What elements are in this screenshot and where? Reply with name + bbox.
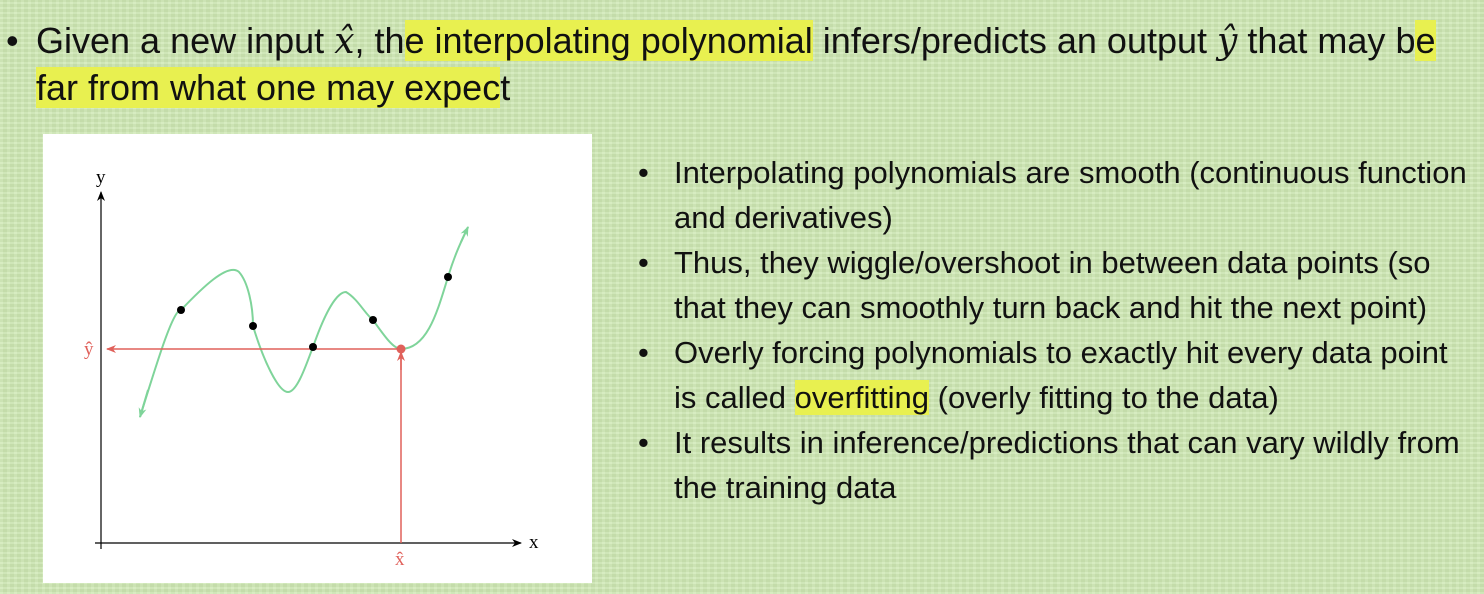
main-text-part-1: Given a new input: [36, 20, 335, 61]
explanation-item: • Overly forcing polynomials to exactly h…: [638, 330, 1468, 420]
explanation-item: • It results in inference/predictions tha…: [638, 420, 1468, 510]
data-point: [177, 306, 185, 314]
curve-arrow-right: [460, 226, 469, 243]
explanation-text-after: (overly fitting to the data): [929, 380, 1279, 415]
data-point: [309, 343, 317, 351]
explanation-text: It results in inference/predictions that…: [674, 425, 1460, 505]
interpolating-curve: [139, 226, 469, 418]
explanation-list: • Interpolating polynomials are smooth (c…: [638, 150, 1468, 510]
y-hat-label: ŷ: [84, 339, 94, 360]
data-point: [444, 273, 452, 281]
figure-svg: y x ŷ x̂: [84, 167, 539, 570]
predicted-point: [396, 344, 406, 354]
bullet-dot: •: [638, 425, 649, 460]
x-hat-label: x̂: [395, 549, 405, 570]
x-hat-symbol: x̂: [334, 21, 355, 62]
explanation-text: Interpolating polynomials are smooth (co…: [674, 155, 1467, 235]
highlight-overfitting: overfitting: [794, 380, 930, 415]
y-hat-symbol: ŷ: [1217, 21, 1238, 62]
bullet-dot: •: [638, 155, 649, 190]
main-bullet-text: Given a new input x̂, the interpolating …: [36, 18, 1456, 111]
main-text-part-5: t: [500, 67, 511, 108]
data-point: [369, 316, 377, 324]
main-text-part-2: , th: [354, 20, 405, 61]
bullet-dot: •: [6, 20, 19, 61]
main-text-part-4: that may b: [1237, 20, 1416, 61]
bullet-dot: •: [638, 245, 649, 280]
explanation-text: Thus, they wiggle/overshoot in between d…: [674, 245, 1431, 325]
y-axis-label: y: [96, 167, 106, 188]
main-text-part-3: infers/predicts an output: [812, 20, 1218, 61]
bullet-dot: •: [638, 335, 649, 370]
explanation-item: • Thus, they wiggle/overshoot in between …: [638, 240, 1468, 330]
highlight-interpolating-polynomial: e interpolating polynomial: [404, 20, 813, 61]
curve-arrow-left: [138, 389, 149, 418]
data-point: [249, 322, 257, 330]
explanation-item: • Interpolating polynomials are smooth (c…: [638, 150, 1468, 240]
x-axis-label: x: [529, 532, 539, 553]
interpolation-figure: y x ŷ x̂: [43, 134, 592, 583]
